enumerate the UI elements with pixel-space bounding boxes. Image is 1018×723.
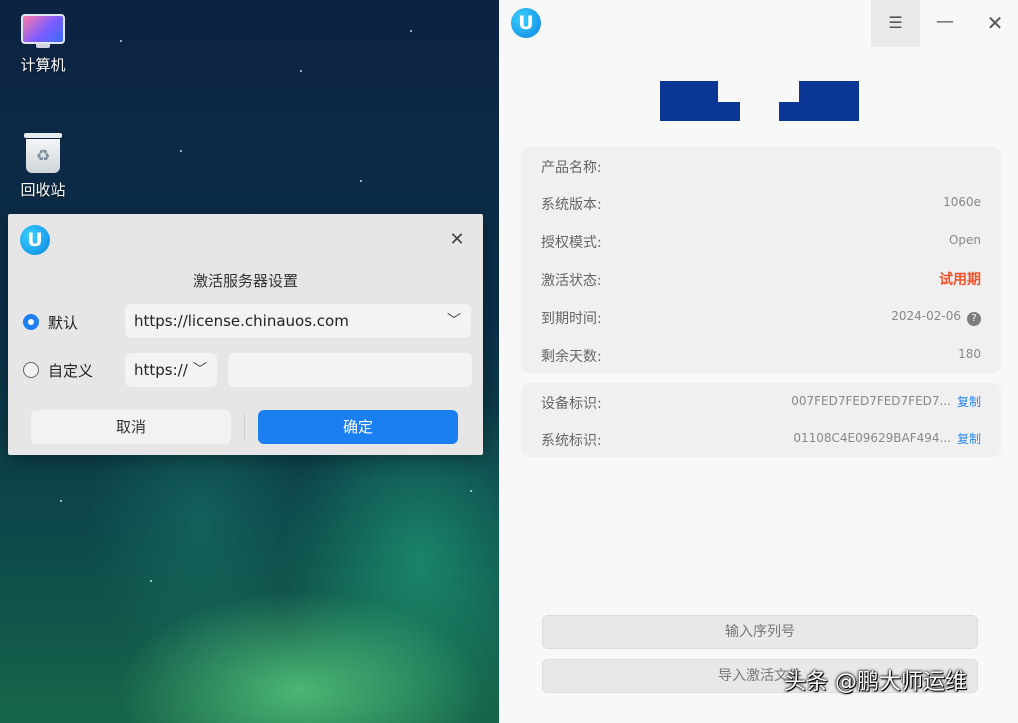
menu-button[interactable]: ☰ [871, 0, 920, 47]
id-card: 设备标识: 007FED7FED7FED7FED7... 复制 系统标识: 01… [521, 383, 1001, 457]
help-icon[interactable]: ? [967, 312, 981, 326]
id-value: 01108C4E09629BAF494... [793, 431, 951, 445]
info-card: 产品名称: 系统版本: 1060e 授权模式: Open 激活状态: 试用期 到… [521, 147, 1001, 373]
minimize-button[interactable]: — [930, 8, 960, 38]
activation-server-dialog: U ✕ 激活服务器设置 默认 https://license.chinauos.… [8, 214, 483, 455]
license-logo [659, 80, 861, 122]
radio-default[interactable] [23, 314, 39, 330]
info-value-wrap: 2024-02-06? [891, 309, 981, 326]
info-key: 激活状态: [541, 273, 602, 289]
trash-icon: ♻ [24, 133, 62, 173]
info-key: 到期时间: [541, 311, 602, 327]
uos-logo-icon: U [511, 8, 541, 38]
info-key: 系统版本: [541, 197, 602, 213]
star [120, 40, 122, 42]
info-row-license-mode: 授权模式: Open [521, 222, 1001, 260]
copy-device-id-link[interactable]: 复制 [957, 393, 981, 410]
info-value: 1060e [943, 195, 981, 209]
info-row-expiry: 到期时间: 2024-02-06? [521, 298, 1001, 336]
info-key: 授权模式: [541, 235, 602, 251]
close-icon: ✕ [986, 11, 1004, 35]
info-row-product: 产品名称: [521, 147, 1001, 185]
dialog-title: 激活服务器设置 [192, 272, 298, 290]
info-value: 180 [958, 347, 981, 361]
info-row-days-left: 剩余天数: 180 [521, 336, 1001, 374]
radio-custom-label: 自定义 [48, 362, 94, 380]
info-value: Open [948, 233, 981, 247]
id-row-system: 系统标识: 01108C4E09629BAF494... 复制 [521, 420, 1001, 458]
desktop-icon-trash[interactable]: ♻ 回收站 [8, 133, 78, 200]
id-row-device: 设备标识: 007FED7FED7FED7FED7... 复制 [521, 383, 1001, 421]
cancel-button[interactable]: 取消 [31, 410, 231, 444]
info-key: 产品名称: [541, 160, 602, 176]
chevron-down-icon: ﹀ [447, 313, 461, 329]
info-row-activation-status: 激活状态: 试用期 [521, 260, 1001, 298]
id-value: 007FED7FED7FED7FED7... [791, 394, 951, 408]
protocol-value: https:// [134, 361, 188, 379]
star [60, 500, 62, 502]
chevron-down-icon: ﹀ [193, 362, 207, 378]
star [300, 70, 302, 72]
desktop-icon-label: 回收站 [20, 181, 66, 199]
uos-logo-icon: U [20, 225, 50, 255]
copy-system-id-link[interactable]: 复制 [957, 430, 981, 447]
info-key: 剩余天数: [541, 349, 602, 365]
status-badge: 试用期 [939, 272, 981, 288]
close-button[interactable]: ✕ [980, 8, 1010, 38]
custom-server-input[interactable] [228, 353, 472, 387]
watermark: 头条 @鹏大师运维 [784, 670, 967, 695]
menu-icon: ☰ [888, 13, 903, 32]
star [360, 180, 362, 182]
id-key: 系统标识: [541, 433, 602, 449]
desktop-icon-computer[interactable]: 计算机 [8, 14, 78, 75]
enter-serial-button[interactable]: 输入序列号 [542, 615, 978, 649]
server-url-value: https://license.chinauos.com [134, 312, 349, 330]
computer-icon [21, 14, 65, 48]
star [180, 150, 182, 152]
close-icon[interactable]: ✕ [445, 228, 469, 252]
info-value: 2024-02-06 [891, 309, 961, 323]
minimize-icon: — [936, 11, 954, 32]
protocol-select[interactable]: https:// ﹀ [125, 353, 217, 387]
info-row-version: 系统版本: 1060e [521, 184, 1001, 222]
server-url-select[interactable]: https://license.chinauos.com ﹀ [125, 304, 471, 338]
radio-custom[interactable] [23, 362, 39, 378]
id-key: 设备标识: [541, 396, 602, 412]
confirm-button[interactable]: 确定 [258, 410, 458, 444]
star [150, 580, 152, 582]
license-window: U ☰ — ✕ 产品名称: 系统版本: 1060e 授权模式: Open 激活状… [499, 0, 1018, 723]
star [410, 30, 412, 32]
star [470, 490, 472, 492]
radio-default-label: 默认 [48, 314, 79, 332]
desktop-icon-label: 计算机 [20, 56, 66, 74]
button-divider [244, 414, 245, 440]
